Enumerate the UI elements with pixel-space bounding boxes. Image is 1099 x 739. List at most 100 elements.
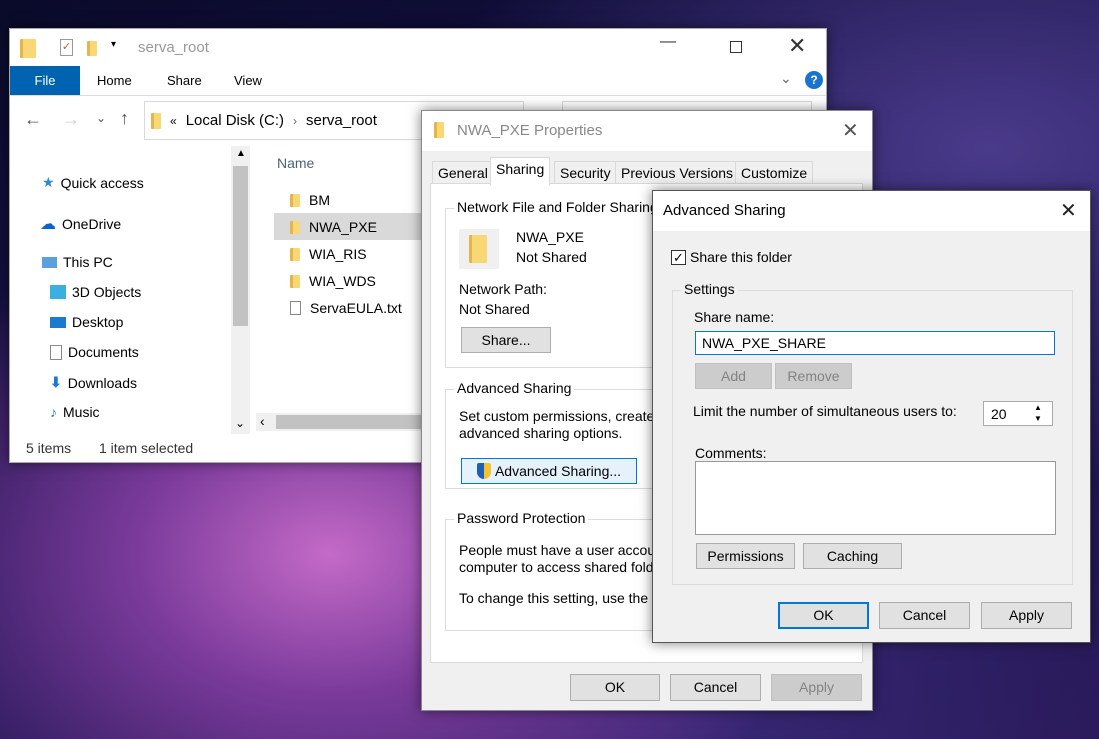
advanced-description: Set custom permissions, create m: [459, 408, 670, 424]
tab-customize[interactable]: Customize: [735, 161, 814, 184]
close-button[interactable]: ✕: [788, 33, 806, 59]
scroll-up-icon[interactable]: ▲: [236, 148, 246, 159]
network-path-value: Not Shared: [459, 301, 530, 317]
nav-scrollbar[interactable]: ▲ ⌄: [231, 146, 250, 434]
caching-button[interactable]: Caching: [803, 543, 902, 569]
tab-home[interactable]: Home: [97, 73, 132, 88]
share-name-input[interactable]: NWA_PXE_SHARE: [695, 331, 1055, 355]
nav-documents[interactable]: Documents: [50, 344, 139, 360]
tab-security[interactable]: Security: [554, 161, 617, 184]
tab-sharing[interactable]: Sharing: [490, 157, 551, 185]
help-icon[interactable]: ?: [805, 71, 823, 89]
cube-icon: [50, 285, 66, 299]
download-icon: ⬇: [50, 374, 62, 390]
file-item-wia-wds[interactable]: WIA_WDS: [290, 273, 376, 289]
new-folder-quick-icon[interactable]: [87, 41, 97, 56]
advanced-sharing-dialog: Advanced Sharing ✕ ✓ Share this folder S…: [652, 190, 1091, 643]
comments-textarea[interactable]: [695, 461, 1056, 535]
advanced-sharing-button[interactable]: Advanced Sharing...: [461, 458, 637, 484]
breadcrumb-local-disk[interactable]: Local Disk (C:): [186, 112, 284, 129]
tab-view[interactable]: View: [234, 73, 262, 88]
tab-file[interactable]: File: [10, 66, 80, 95]
nav-this-pc[interactable]: This PC: [42, 254, 113, 270]
close-button[interactable]: ✕: [1060, 198, 1077, 223]
folder-icon: [151, 112, 161, 129]
nav-quick-access[interactable]: ★ Quick access: [42, 174, 144, 191]
permissions-button[interactable]: Permissions: [696, 543, 795, 569]
settings-group: Settings Share name: NWA_PXE_SHARE Add R…: [672, 281, 1073, 585]
advanced-apply-button[interactable]: Apply: [981, 602, 1072, 629]
share-this-folder-checkbox[interactable]: ✓ Share this folder: [671, 249, 792, 265]
password-description: To change this setting, use the: [459, 590, 649, 606]
column-header-name[interactable]: Name: [277, 155, 314, 171]
advanced-ok-button[interactable]: OK: [778, 602, 869, 629]
star-icon: ★: [42, 174, 55, 190]
scrollbar-thumb[interactable]: [233, 166, 248, 326]
forward-button[interactable]: →: [62, 109, 80, 130]
remove-button[interactable]: Remove: [775, 363, 852, 389]
nav-onedrive[interactable]: ☁ OneDrive: [40, 214, 121, 234]
password-description: People must have a user accoun: [459, 542, 663, 558]
folder-icon: [290, 193, 300, 207]
desktop-icon: [50, 316, 66, 328]
title-bar: Advanced Sharing ✕: [653, 191, 1090, 231]
file-item-bm[interactable]: BM: [290, 192, 330, 208]
breadcrumb-serva-root[interactable]: serva_root: [306, 112, 377, 129]
file-item-nwa-pxe[interactable]: NWA_PXE: [290, 219, 377, 235]
nav-3d-objects[interactable]: 3D Objects: [50, 284, 141, 300]
scroll-left-icon[interactable]: ‹: [260, 413, 265, 429]
properties-cancel-button[interactable]: Cancel: [670, 674, 761, 701]
up-button[interactable]: ↑: [120, 108, 129, 129]
properties-apply-button[interactable]: Apply: [771, 674, 862, 701]
computer-icon: [42, 256, 57, 268]
checkbox-checked-icon: ✓: [671, 249, 686, 265]
stepper-down-icon[interactable]: ▼: [1034, 414, 1042, 423]
shared-folder-icon: [459, 229, 499, 269]
status-item-count: 5 items: [26, 440, 72, 456]
minimize-button[interactable]: —: [660, 33, 676, 51]
nav-music[interactable]: ♪ Music: [50, 404, 100, 420]
title-bar: NWA_PXE Properties ✕: [422, 111, 872, 151]
share-button[interactable]: Share...: [461, 327, 551, 353]
close-button[interactable]: ✕: [842, 118, 859, 143]
dialog-title: Advanced Sharing: [663, 202, 786, 219]
text-file-icon: [290, 301, 301, 315]
breadcrumb-overflow[interactable]: «: [170, 114, 177, 128]
folder-icon: [434, 122, 444, 138]
chevron-right-icon: ›: [293, 113, 298, 128]
customize-toolbar-icon[interactable]: ▾: [111, 39, 116, 50]
tab-share[interactable]: Share: [167, 73, 202, 88]
window-title: serva_root: [138, 39, 209, 56]
uac-shield-icon: [476, 463, 491, 479]
expand-ribbon-icon[interactable]: ⌄: [780, 70, 792, 87]
music-icon: ♪: [50, 404, 57, 420]
navigation-pane: ★ Quick access ☁ OneDrive This PC 3D Objec…: [10, 144, 255, 434]
advanced-cancel-button[interactable]: Cancel: [879, 602, 970, 629]
horizontal-scrollbar[interactable]: ‹: [256, 413, 426, 431]
folder-icon: [20, 39, 36, 58]
scroll-down-icon[interactable]: ⌄: [235, 416, 245, 430]
stepper-up-icon[interactable]: ▲: [1034, 403, 1042, 412]
password-description: computer to access shared folder: [459, 559, 666, 575]
tab-general[interactable]: General: [432, 161, 494, 184]
dialog-title: NWA_PXE Properties: [457, 122, 603, 139]
recent-locations-icon[interactable]: ⌄: [96, 111, 106, 125]
advanced-description: advanced sharing options.: [459, 425, 623, 441]
document-icon: [50, 344, 62, 360]
limit-users-stepper[interactable]: 20 ▲ ▼: [983, 401, 1053, 426]
nav-desktop[interactable]: Desktop: [50, 314, 123, 330]
folder-icon: [290, 220, 300, 234]
add-button[interactable]: Add: [695, 363, 772, 389]
file-item-wia-ris[interactable]: WIA_RIS: [290, 246, 367, 262]
folder-icon: [290, 247, 300, 261]
cloud-icon: ☁: [40, 216, 56, 233]
properties-ok-button[interactable]: OK: [570, 674, 660, 701]
back-button[interactable]: ←: [24, 109, 42, 130]
scrollbar-thumb[interactable]: [276, 415, 426, 429]
file-item-serva-eula[interactable]: ServaEULA.txt: [290, 300, 402, 316]
tab-previous-versions[interactable]: Previous Versions: [615, 161, 740, 184]
nav-downloads[interactable]: ⬇ Downloads: [50, 374, 137, 391]
status-selection: 1 item selected: [99, 440, 194, 456]
maximize-button[interactable]: [730, 41, 742, 53]
properties-quick-icon[interactable]: ✓: [60, 39, 73, 56]
